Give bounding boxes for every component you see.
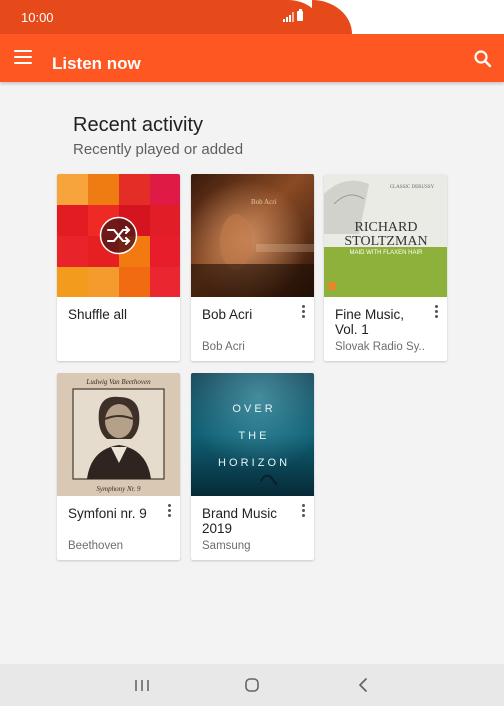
svg-text:STOLTZMAN: STOLTZMAN (344, 234, 427, 249)
svg-text:T H E: T H E (239, 430, 267, 442)
album-card-bob-acri[interactable]: Bob Acri Bob Acri Bob Acri (191, 174, 314, 361)
card-title: Brand Music 2019 (202, 506, 278, 536)
album-card-shuffle-all[interactable]: Shuffle all (57, 174, 180, 361)
battery-icon (297, 9, 303, 21)
system-nav-bar (0, 664, 504, 706)
shuffle-art (57, 174, 180, 297)
recent-apps-icon[interactable] (117, 664, 167, 706)
svg-text:RICHARD: RICHARD (354, 220, 417, 235)
card-subtitle: Slovak Radio Sy.. (335, 341, 425, 353)
section-title: Recent activity (73, 114, 204, 136)
status-time: 10:00 (21, 10, 54, 25)
fine-music-art: CLASSIC DEBUSSY RICHARD STOLTZMAN MAID W… (324, 174, 447, 297)
card-title: Shuffle all (68, 307, 128, 322)
signal-icon (283, 12, 294, 22)
section-subtitle: Recently played or added (73, 141, 244, 158)
more-options-icon[interactable] (300, 504, 308, 520)
svg-text:MAID WITH FLAXEN HAIR: MAID WITH FLAXEN HAIR (349, 250, 423, 256)
status-bar: 10:00 (0, 0, 504, 34)
card-subtitle: Samsung (202, 540, 251, 552)
search-icon[interactable] (472, 48, 494, 70)
bob-acri-art: Bob Acri (191, 174, 314, 297)
beethoven-art: Ludwig Van Beethoven Symphony Nr. 9 (57, 373, 180, 496)
card-title: Bob Acri (202, 307, 253, 322)
over-the-horizon-art: O V E R T H E H O R I Z O N (191, 373, 314, 496)
more-options-icon[interactable] (166, 504, 174, 520)
home-icon[interactable] (227, 664, 277, 706)
svg-text:Bob Acri: Bob Acri (251, 198, 277, 206)
album-card-fine-music[interactable]: CLASSIC DEBUSSY RICHARD STOLTZMAN MAID W… (324, 174, 447, 361)
more-options-icon[interactable] (300, 305, 308, 321)
svg-text:CLASSIC DEBUSSY: CLASSIC DEBUSSY (390, 185, 435, 190)
app-bar: Listen now (0, 34, 504, 82)
album-card-brand-music-2019[interactable]: O V E R T H E H O R I Z O N Brand Music … (191, 373, 314, 560)
card-subtitle: Bob Acri (202, 341, 245, 353)
album-card-symfoni-nr-9[interactable]: Ludwig Van Beethoven Symphony Nr. 9 Symf… (57, 373, 180, 560)
menu-icon[interactable] (14, 50, 34, 66)
svg-text:Ludwig Van Beethoven: Ludwig Van Beethoven (85, 378, 151, 386)
back-icon[interactable] (338, 664, 388, 706)
svg-text:Symphony Nr. 9: Symphony Nr. 9 (96, 485, 141, 493)
svg-text:H O R I Z O N: H O R I Z O N (218, 457, 287, 469)
svg-text:O V E R: O V E R (232, 403, 272, 415)
more-options-icon[interactable] (433, 305, 441, 321)
status-icons (283, 9, 309, 24)
card-title: Symfoni nr. 9 (68, 506, 147, 521)
card-subtitle: Beethoven (68, 540, 123, 552)
page-title: Listen now (52, 54, 141, 73)
card-title: Fine Music, Vol. 1 (335, 307, 405, 337)
